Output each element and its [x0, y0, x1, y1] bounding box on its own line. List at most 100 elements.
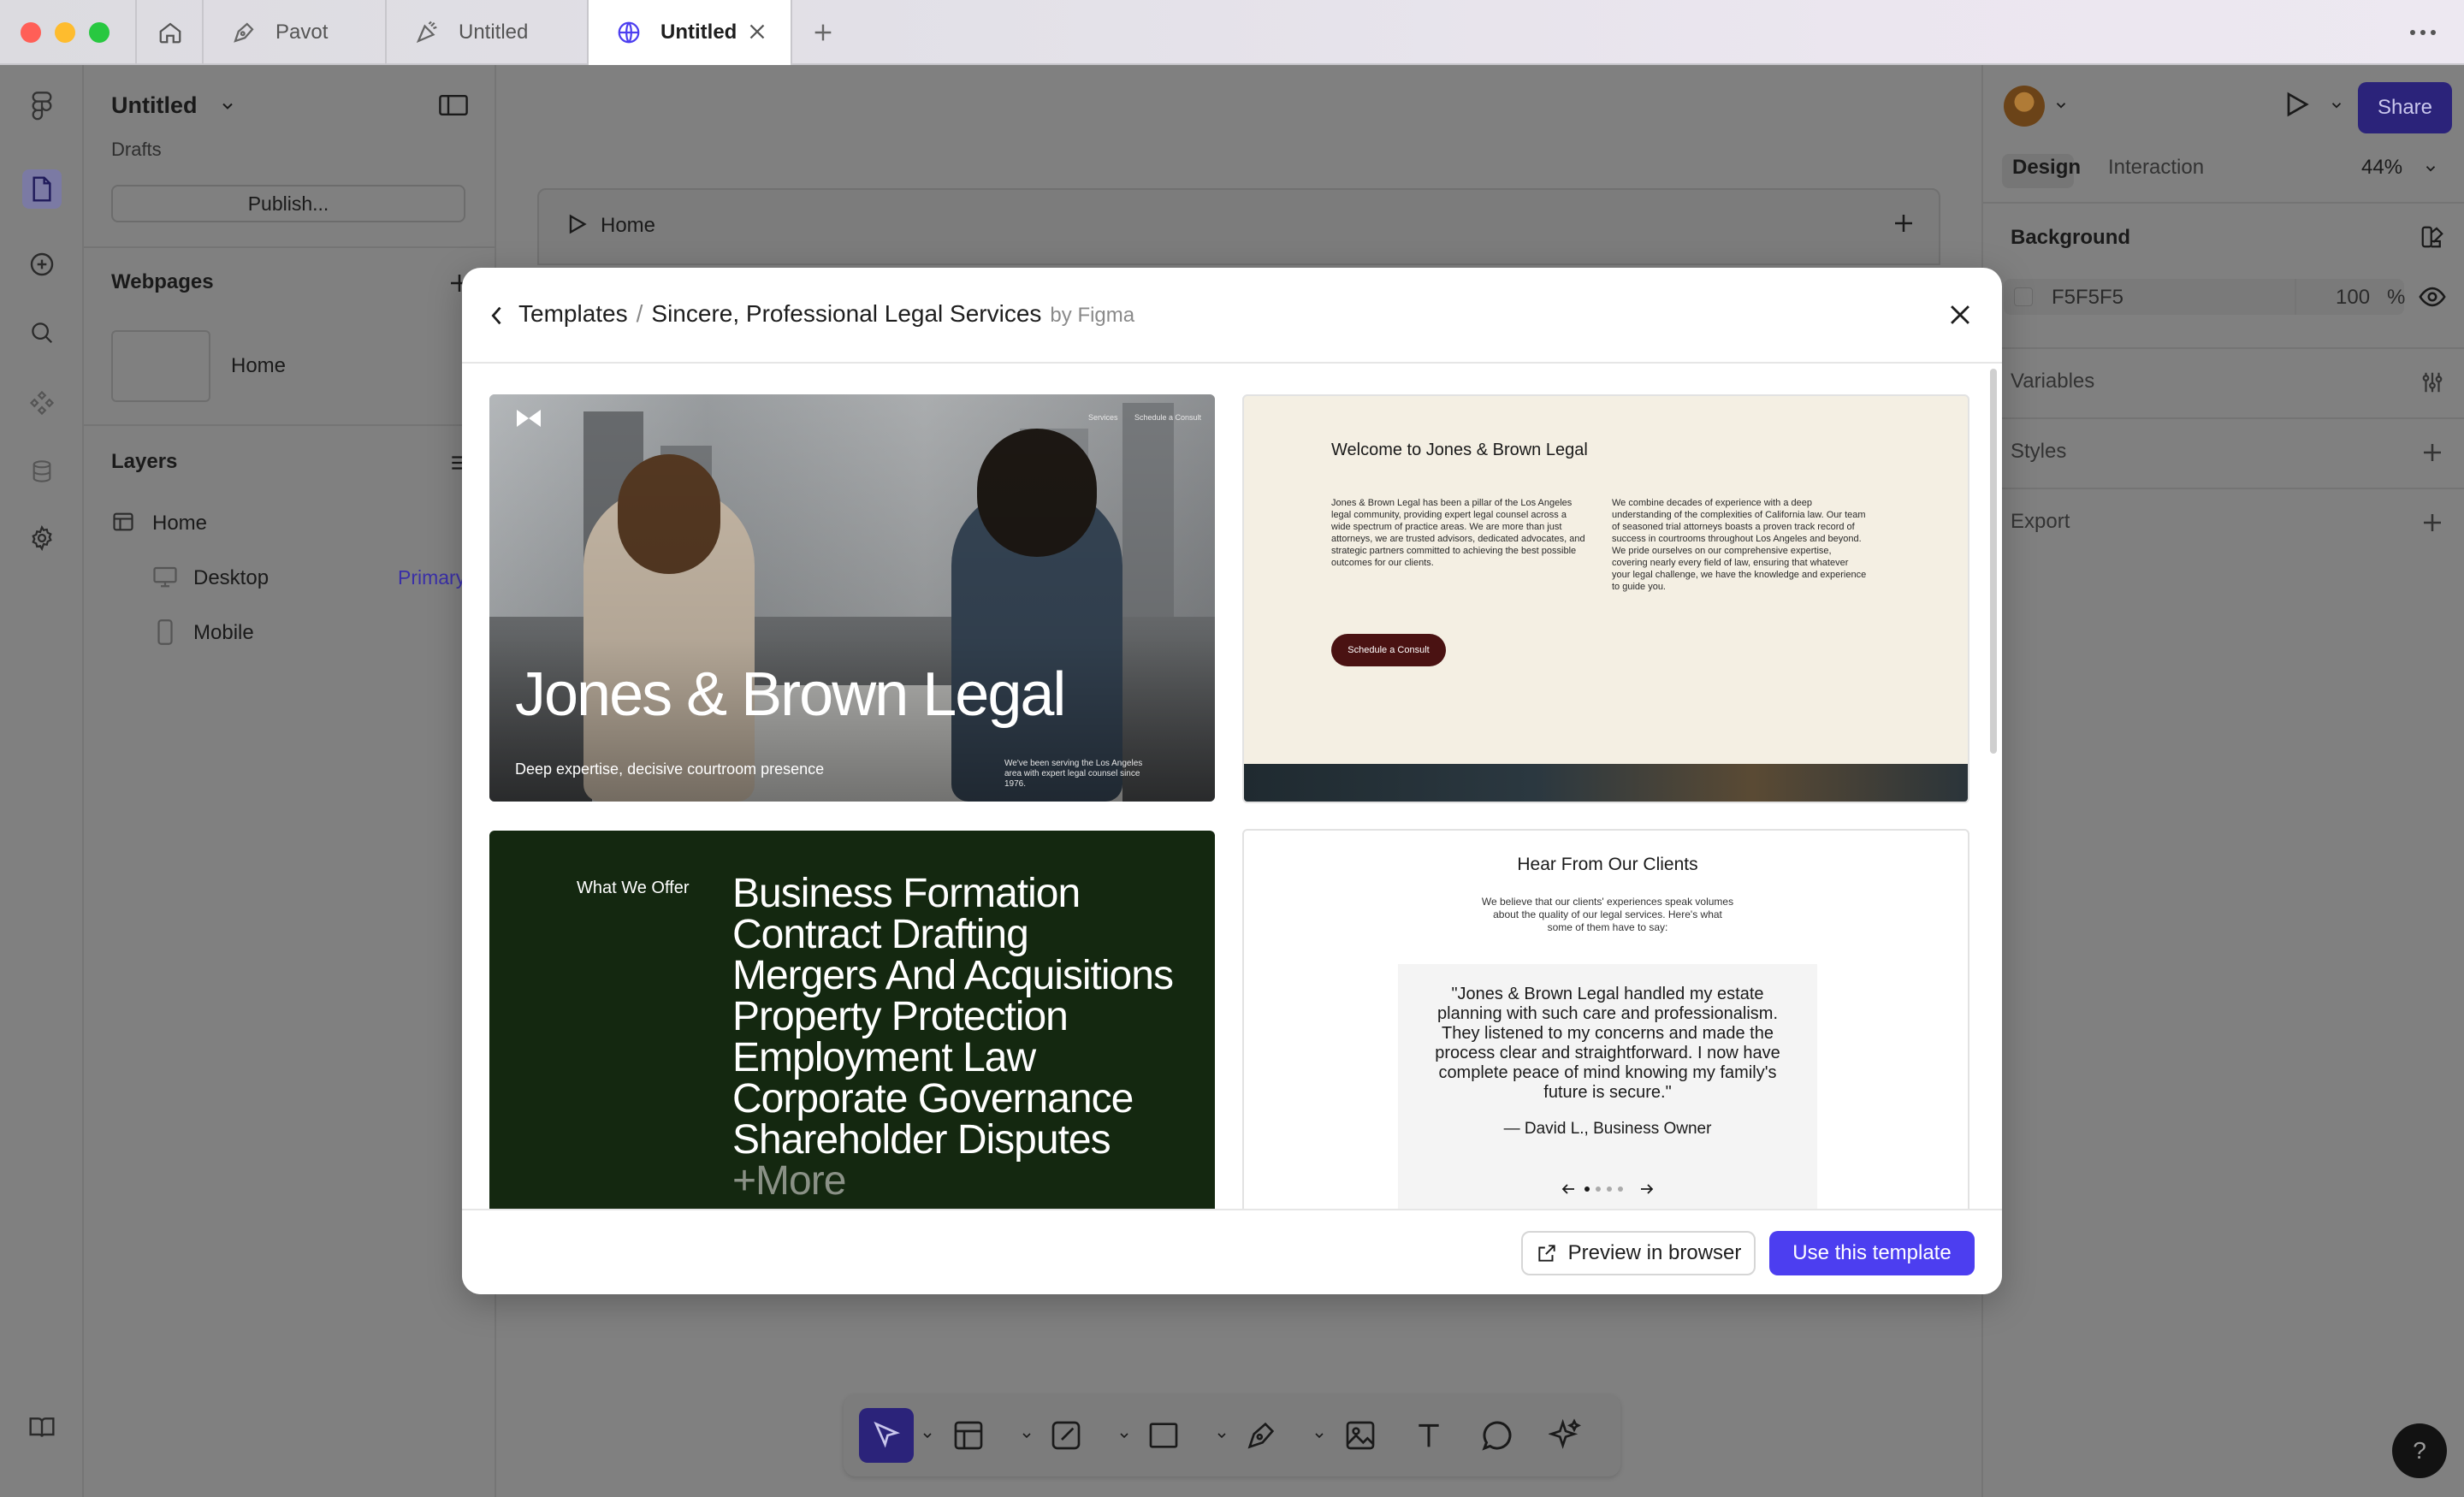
- carousel-prev-icon: [1561, 1183, 1576, 1195]
- tab-pavot[interactable]: Pavot: [204, 0, 387, 65]
- tab-design[interactable]: Design: [2012, 156, 2081, 180]
- pen-icon[interactable]: [1244, 1418, 1278, 1453]
- hero-tagline: Deep expertise, decisive courtroom prese…: [515, 760, 825, 778]
- carousel-dot: [1618, 1186, 1623, 1192]
- hero-note: We've been serving the Los Angeles area …: [1004, 759, 1143, 789]
- tab-untitled-site[interactable]: Untitled: [589, 0, 792, 65]
- chevron-down-icon[interactable]: [2053, 98, 2069, 113]
- avatar[interactable]: [2004, 86, 2045, 127]
- globe-icon: [614, 18, 643, 47]
- scrollbar-thumb[interactable]: [1990, 369, 1997, 754]
- chevron-down-icon[interactable]: [219, 98, 236, 115]
- move-tool-button[interactable]: [859, 1408, 914, 1463]
- help-button[interactable]: ?: [2392, 1423, 2447, 1478]
- share-button[interactable]: Share: [2358, 82, 2452, 133]
- comment-icon[interactable]: [1480, 1418, 1514, 1453]
- play-icon[interactable]: [565, 212, 589, 236]
- components-icon[interactable]: [22, 383, 62, 423]
- database-icon[interactable]: [22, 452, 62, 491]
- testimonial-quote: "Jones & Brown Legal handled my estate p…: [1435, 985, 1780, 1102]
- insert-icon[interactable]: [22, 245, 62, 284]
- preview-services: What We Offer Business Formation Contrac…: [489, 831, 1215, 1209]
- background-hex[interactable]: F5F5F5: [2052, 286, 2123, 310]
- chevron-down-icon[interactable]: [2423, 161, 2438, 176]
- webpage-thumbnail[interactable]: [111, 330, 210, 402]
- left-rail: [0, 65, 84, 1497]
- present-play-icon[interactable]: [2281, 89, 2312, 120]
- image-icon[interactable]: [1343, 1418, 1377, 1453]
- add-style-icon[interactable]: [2420, 440, 2445, 465]
- logo-icon: [515, 408, 542, 429]
- chevron-down-icon[interactable]: [2329, 98, 2344, 113]
- frame-icon: [111, 510, 135, 534]
- sidebar-toggle-icon[interactable]: [438, 92, 469, 118]
- welcome-col2: We combine decades of experience with a …: [1612, 498, 1867, 592]
- breadcrumb-templates[interactable]: Templates: [518, 300, 628, 328]
- back-chevron-icon[interactable]: [488, 304, 506, 328]
- tab-interaction[interactable]: Interaction: [2108, 156, 2204, 180]
- close-modal-icon[interactable]: [1946, 300, 1975, 329]
- modal-footer: Preview in browser Use this template: [462, 1209, 2002, 1294]
- add-breakpoint-icon[interactable]: [1891, 210, 1916, 236]
- publish-button[interactable]: Publish...: [111, 185, 465, 222]
- divider: [1983, 202, 2464, 204]
- book-icon[interactable]: [22, 1408, 62, 1447]
- chevron-down-icon[interactable]: [1215, 1429, 1229, 1442]
- file-location: Drafts: [111, 139, 162, 160]
- close-tab-icon[interactable]: [744, 19, 770, 44]
- chevron-down-icon[interactable]: [921, 1429, 934, 1442]
- layer-desktop[interactable]: Desktop: [193, 566, 269, 590]
- new-tab-icon[interactable]: [809, 19, 837, 46]
- file-name[interactable]: Untitled: [111, 92, 198, 119]
- home-tab[interactable]: [135, 0, 204, 65]
- settings-gear-icon[interactable]: [22, 518, 62, 558]
- figma-logo-icon[interactable]: [22, 87, 62, 127]
- close-window-button[interactable]: [21, 22, 41, 43]
- color-swatch[interactable]: [2014, 287, 2033, 306]
- preview-label: Preview in browser: [1567, 1241, 1742, 1264]
- left-panel: Untitled Drafts Publish... Webpages Home…: [84, 65, 496, 1497]
- frame-tool-icon[interactable]: [1049, 1418, 1083, 1453]
- service-item: Mergers And Acquisitions: [732, 953, 1174, 998]
- layer-home[interactable]: Home: [152, 512, 207, 535]
- minimize-window-button[interactable]: [55, 22, 75, 43]
- layout-icon[interactable]: [951, 1418, 986, 1453]
- mobile-icon: [156, 619, 175, 645]
- preview-in-browser-button[interactable]: Preview in browser: [1521, 1231, 1756, 1275]
- rectangle-icon[interactable]: [1146, 1418, 1181, 1453]
- slides-icon: [412, 18, 441, 47]
- cursor-icon: [874, 1421, 900, 1448]
- add-export-icon[interactable]: [2420, 510, 2445, 535]
- chevron-down-icon[interactable]: [1312, 1429, 1326, 1442]
- hero-nav-services: Services: [1088, 413, 1118, 422]
- webpage-name[interactable]: Home: [231, 354, 286, 378]
- variables-icon[interactable]: [2420, 370, 2445, 395]
- use-template-button[interactable]: Use this template: [1769, 1231, 1975, 1275]
- maximize-window-button[interactable]: [89, 22, 110, 43]
- divider: [1983, 488, 2464, 489]
- ai-sparkle-icon[interactable]: [1549, 1418, 1583, 1453]
- template-preview-scroll[interactable]: Services Schedule a Consult Jones & Brow…: [462, 364, 2002, 1209]
- more-options-icon[interactable]: [2406, 19, 2440, 46]
- tab-untitled-slides[interactable]: Untitled: [387, 0, 589, 65]
- service-item: Corporate Governance: [732, 1076, 1134, 1121]
- carousel-dot-active: [1584, 1186, 1590, 1192]
- pen-tool-icon: [229, 18, 258, 47]
- background-color-field[interactable]: F5F5F5 100 %: [2004, 279, 2405, 315]
- service-item: Property Protection: [732, 994, 1069, 1039]
- chevron-down-icon[interactable]: [1117, 1429, 1131, 1442]
- style-swatch-icon[interactable]: [2420, 224, 2445, 250]
- background-opacity[interactable]: 100: [2336, 286, 2370, 310]
- layer-mobile[interactable]: Mobile: [193, 621, 254, 645]
- search-icon[interactable]: [22, 313, 62, 352]
- text-tool-icon[interactable]: [1412, 1418, 1446, 1453]
- chevron-down-icon[interactable]: [1020, 1429, 1034, 1442]
- eye-icon[interactable]: [2418, 282, 2447, 311]
- clients-subheading: We believe that our clients' experiences…: [1481, 896, 1734, 933]
- pages-icon[interactable]: [22, 169, 62, 209]
- zoom-level[interactable]: 44%: [2361, 156, 2402, 180]
- preview-welcome: Welcome to Jones & Brown Legal Jones & B…: [1242, 394, 1969, 803]
- carousel-dot: [1596, 1186, 1601, 1192]
- canvas-page-frame[interactable]: Home: [537, 188, 1940, 265]
- bookshelf-photo: [1244, 764, 1968, 802]
